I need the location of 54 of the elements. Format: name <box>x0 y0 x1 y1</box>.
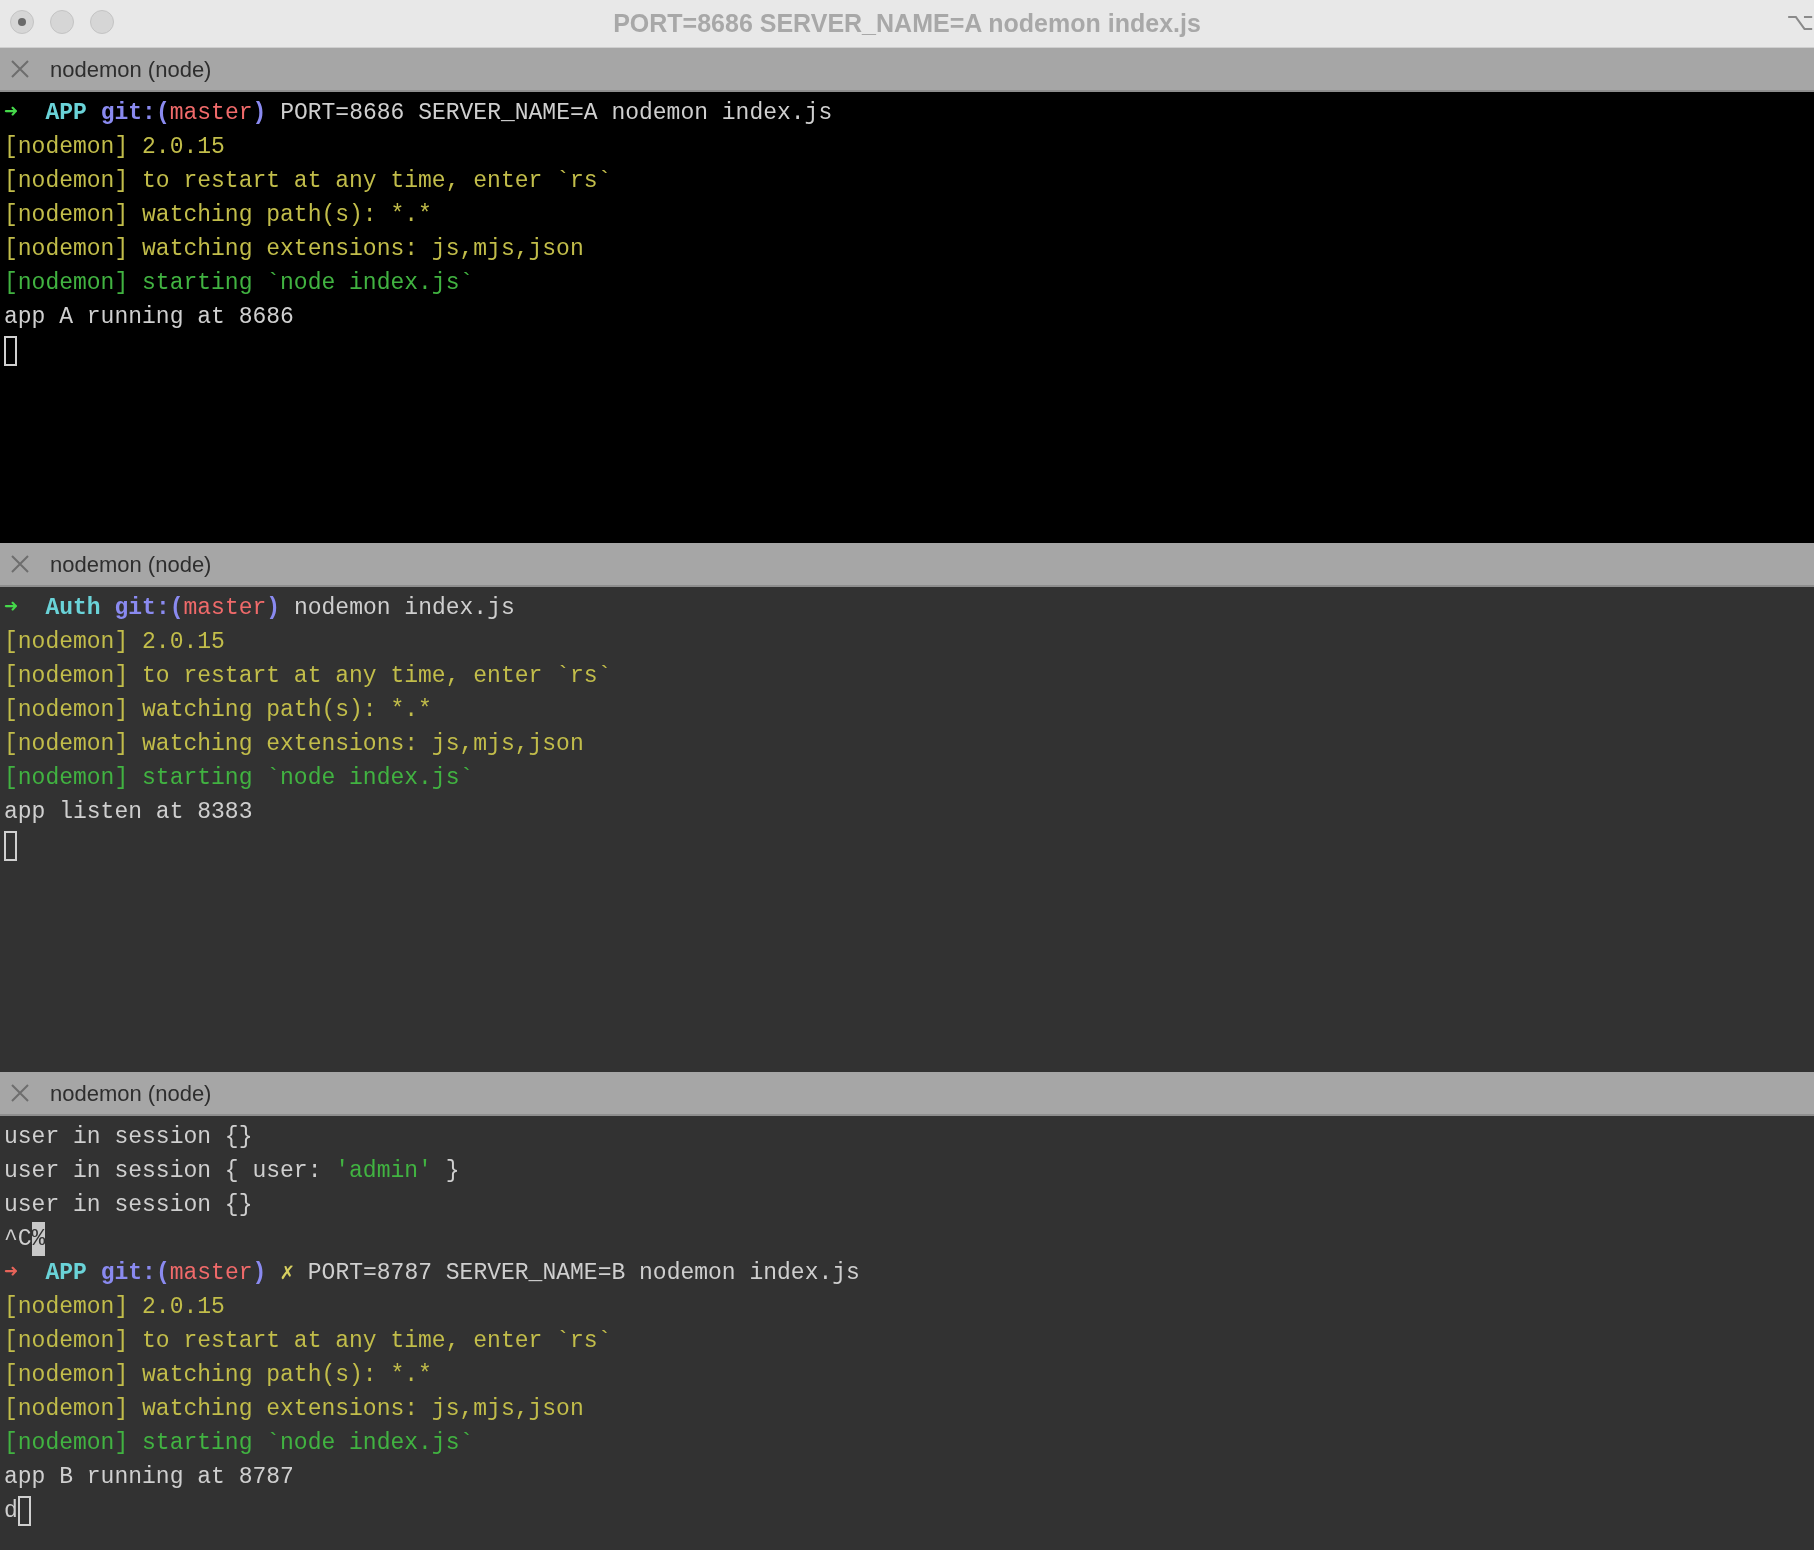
terminal-text: app A running at 8686 <box>4 303 294 332</box>
close-icon[interactable] <box>10 59 30 79</box>
prompt-arrow: ➜ <box>4 1259 19 1288</box>
terminal-text: [nodemon] to restart at any time, enter `rs` <box>4 1327 612 1356</box>
git-label: ) <box>252 1259 267 1288</box>
terminal-text: [nodemon] 2.0.15 <box>4 628 225 657</box>
terminal-text: user in session { user: <box>4 1157 323 1186</box>
terminal-text: [nodemon] watching extensions: js,mjs,json <box>4 235 584 264</box>
terminal-text: 'admin' <box>335 1157 432 1186</box>
terminal-text: [nodemon] starting `node index.js` <box>4 764 474 793</box>
terminal-text: d <box>4 1497 18 1526</box>
prompt-directory: APP <box>45 99 88 128</box>
terminal-text: [nodemon] watching extensions: js,mjs,json <box>4 1395 584 1424</box>
prompt-end-mark: % <box>31 1222 46 1256</box>
git-label: ) <box>266 594 281 623</box>
close-icon[interactable] <box>10 1083 30 1103</box>
terminal-text: [nodemon] watching path(s): *.* <box>4 1361 432 1390</box>
terminal-text: [nodemon] starting `node index.js` <box>4 1429 474 1458</box>
terminal-text: [nodemon] 2.0.15 <box>4 133 225 162</box>
shortcut-hint: ⌥ <box>1786 7 1814 38</box>
terminal-text: [nodemon] watching path(s): *.* <box>4 696 432 725</box>
prompt-directory: Auth <box>45 594 102 623</box>
terminal-text: [nodemon] to restart at any time, enter `rs` <box>4 167 612 196</box>
terminal-text: } <box>444 1157 460 1186</box>
tab-title: nodemon (node) <box>50 55 212 84</box>
close-icon[interactable] <box>10 554 30 574</box>
window-title: PORT=8686 SERVER_NAME=A nodemon index.js <box>613 8 1201 39</box>
tab-title: nodemon (node) <box>50 1079 212 1108</box>
git-branch: master <box>169 1259 253 1288</box>
terminal-text: [nodemon] starting `node index.js` <box>4 269 474 298</box>
terminal-text: PORT=8787 SERVER_NAME=B nodemon index.js <box>306 1259 860 1288</box>
terminal-text: app B running at 8787 <box>4 1463 294 1492</box>
terminal-text: ^C <box>4 1225 32 1254</box>
terminal-text: PORT=8686 SERVER_NAME=A nodemon index.js <box>279 99 833 128</box>
window-control-button[interactable] <box>10 10 34 34</box>
git-label: git:( <box>114 594 184 623</box>
terminal-text: user in session {} <box>4 1123 253 1152</box>
terminal-text: app listen at 8383 <box>4 798 253 827</box>
prompt-arrow: ➜ <box>4 594 19 623</box>
terminal-text: [nodemon] watching path(s): *.* <box>4 201 432 230</box>
prompt-arrow: ➜ <box>4 99 19 128</box>
git-label: ) <box>252 99 267 128</box>
git-branch: master <box>169 99 253 128</box>
terminal-text: nodemon index.js <box>292 594 515 623</box>
prompt-directory: APP <box>45 1259 88 1288</box>
terminal-text: [nodemon] to restart at any time, enter `rs` <box>4 662 612 691</box>
terminal-text: user in session {} <box>4 1191 253 1220</box>
git-label: git:( <box>100 99 170 128</box>
dirty-mark: ✗ <box>279 1259 294 1288</box>
terminal-text: [nodemon] 2.0.15 <box>4 1293 225 1322</box>
git-branch: master <box>183 594 267 623</box>
terminal-text: [nodemon] watching extensions: js,mjs,json <box>4 730 584 759</box>
tab-title: nodemon (node) <box>50 550 212 579</box>
git-label: git:( <box>100 1259 170 1288</box>
